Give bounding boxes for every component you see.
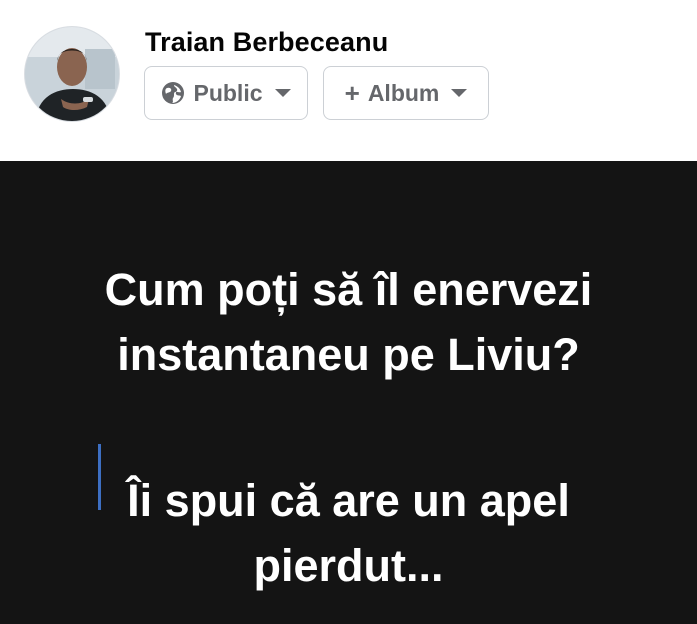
author-name[interactable]: Traian Berbeceanu [145,27,388,58]
privacy-selector-button[interactable]: Public [144,66,308,120]
privacy-label: Public [193,79,263,106]
text-cursor [98,444,101,510]
album-selector-button[interactable]: + Album [323,66,489,120]
plus-icon: + [344,78,360,108]
globe-icon [161,81,185,105]
album-label: Album [367,79,440,106]
chevron-down-icon [274,89,291,97]
post-text-area[interactable]: Cum poți să îl enervezi instantaneu pe L… [0,161,697,624]
post-composer-header: Traian Berbeceanu Public + Album [0,0,697,161]
answer-line: pierdut... [253,540,444,591]
question-line: instantaneu pe Liviu? [117,329,580,380]
chevron-down-icon [451,89,468,97]
answer-line: Îi spui că are un apel [127,475,570,526]
avatar-photo [25,27,119,121]
avatar[interactable] [24,26,120,122]
post-text: Cum poți să îl enervezi instantaneu pe L… [0,257,697,598]
question-line: Cum poți să îl enervezi [104,264,593,315]
